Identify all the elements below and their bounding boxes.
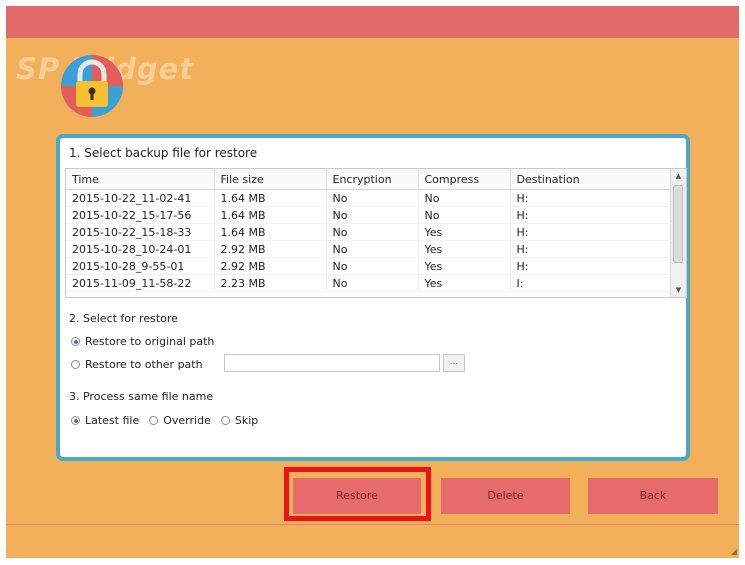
- cell-destination: H:: [510, 206, 673, 224]
- resize-grip-icon[interactable]: ◢: [731, 547, 737, 556]
- cell-compress: Yes: [418, 257, 511, 275]
- cell-encryption: No: [326, 206, 419, 224]
- cell-encryption: No: [326, 189, 419, 207]
- app-window: SP Widget 1. Select backup file for rest…: [6, 6, 739, 558]
- table-scrollbar[interactable]: ▲ ▼: [670, 169, 686, 297]
- table-row[interactable]: 2015-10-28_9-55-01 2.92 MB No Yes H:: [66, 257, 673, 275]
- radio-button[interactable]: [71, 360, 80, 369]
- cell-time: 2015-10-22_11-02-41: [66, 189, 215, 207]
- scroll-thumb[interactable]: [673, 185, 683, 263]
- cell-time: 2015-11-09_11-58-22: [66, 274, 215, 292]
- cell-encryption: No: [326, 257, 419, 275]
- cell-file-size: 2.92 MB: [214, 240, 327, 258]
- cell-encryption: No: [326, 274, 419, 292]
- same-file-options: Latest file Override Skip: [71, 414, 268, 427]
- radio-label: Restore to original path: [85, 335, 215, 348]
- cell-destination: I:: [510, 274, 673, 292]
- cell-file-size: 1.64 MB: [214, 223, 327, 241]
- restore-button-highlight: [284, 467, 431, 521]
- radio-button-checked[interactable]: [71, 337, 80, 346]
- radio-label: Latest file: [85, 414, 140, 427]
- cell-file-size: 2.23 MB: [214, 274, 327, 292]
- section-title-same-file: 3. Process same file name: [69, 390, 214, 403]
- radio-label: Restore to other path: [85, 358, 203, 371]
- radio-restore-other[interactable]: Restore to other path: [71, 358, 213, 371]
- scroll-up-arrow-icon[interactable]: ▲: [671, 169, 686, 183]
- cell-compress: Yes: [418, 223, 511, 241]
- cell-file-size: 1.64 MB: [214, 206, 327, 224]
- radio-skip[interactable]: [220, 416, 230, 425]
- radio-restore-original[interactable]: Restore to original path: [71, 335, 224, 348]
- table-row[interactable]: 2015-11-09_11-58-22 2.23 MB No Yes I:: [66, 274, 673, 292]
- cell-compress: Yes: [418, 240, 511, 258]
- other-path-input[interactable]: [224, 354, 440, 372]
- backup-table: Time File size Encryption Compress Desti…: [66, 169, 673, 292]
- lock-icon: [61, 55, 123, 117]
- cell-destination: H:: [510, 257, 673, 275]
- browse-button[interactable]: ...: [443, 354, 465, 372]
- column-header-file-size[interactable]: File size: [214, 169, 327, 190]
- section-title-backup-file: 1. Select backup file for restore: [69, 146, 258, 160]
- restore-panel: 1. Select backup file for restore Time F…: [56, 134, 690, 461]
- cell-file-size: 1.64 MB: [214, 189, 327, 207]
- cell-encryption: No: [326, 240, 419, 258]
- cell-compress: Yes: [418, 274, 511, 292]
- cell-destination: H:: [510, 240, 673, 258]
- cell-encryption: No: [326, 223, 419, 241]
- section-title-select-restore: 2. Select for restore: [69, 312, 178, 325]
- cell-time: 2015-10-22_15-18-33: [66, 223, 215, 241]
- delete-button[interactable]: Delete: [441, 478, 570, 514]
- radio-override[interactable]: [149, 416, 159, 425]
- back-button[interactable]: Back: [588, 478, 718, 514]
- table-header-row: Time File size Encryption Compress Desti…: [66, 169, 673, 190]
- radio-label: Skip: [234, 414, 259, 427]
- cell-destination: H:: [510, 223, 673, 241]
- cell-file-size: 2.92 MB: [214, 257, 327, 275]
- column-header-compress[interactable]: Compress: [418, 169, 511, 190]
- footer-divider: [6, 524, 739, 525]
- title-bar: [6, 6, 739, 38]
- backup-file-list[interactable]: Time File size Encryption Compress Desti…: [65, 168, 687, 298]
- cell-time: 2015-10-28_9-55-01: [66, 257, 215, 275]
- column-header-encryption[interactable]: Encryption: [326, 169, 419, 190]
- table-row[interactable]: 2015-10-28_10-24-01 2.92 MB No Yes H:: [66, 240, 673, 258]
- cell-compress: No: [418, 206, 511, 224]
- table-row[interactable]: 2015-10-22_15-18-33 1.64 MB No Yes H:: [66, 223, 673, 241]
- cell-time: 2015-10-22_15-17-56: [66, 206, 215, 224]
- cell-compress: No: [418, 189, 511, 207]
- scroll-down-arrow-icon[interactable]: ▼: [671, 283, 686, 297]
- table-row[interactable]: 2015-10-22_15-17-56 1.64 MB No No H:: [66, 206, 673, 224]
- radio-latest-file[interactable]: [71, 416, 80, 425]
- radio-label: Override: [163, 414, 211, 427]
- column-header-time[interactable]: Time: [66, 169, 215, 190]
- table-row[interactable]: 2015-10-22_11-02-41 1.64 MB No No H:: [66, 189, 673, 207]
- cell-time: 2015-10-28_10-24-01: [66, 240, 215, 258]
- column-header-destination[interactable]: Destination: [510, 169, 673, 190]
- cell-destination: H:: [510, 189, 673, 207]
